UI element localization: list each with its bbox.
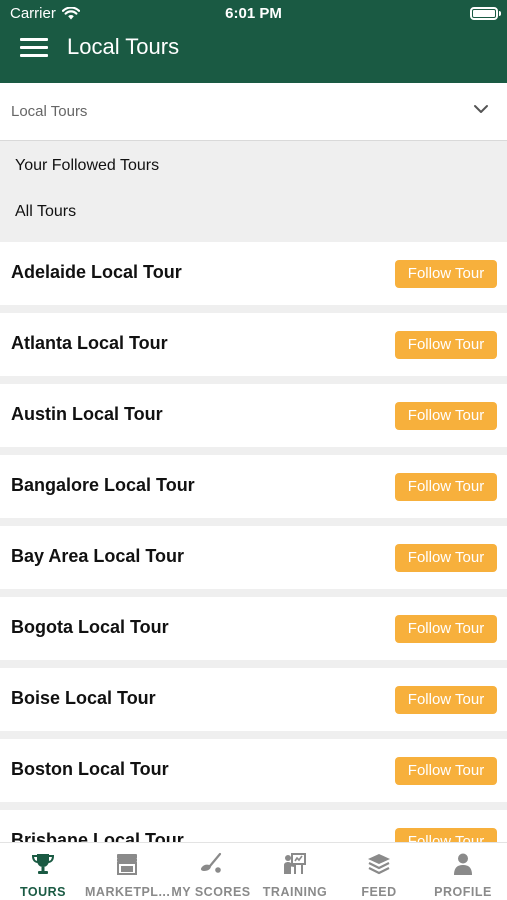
tab-label: FEED: [361, 885, 397, 899]
tab-label: TOURS: [19, 885, 67, 899]
filter-panel: Your Followed Tours All Tours: [0, 141, 507, 241]
tab-my-scores[interactable]: MY SCORES: [169, 843, 253, 900]
follow-tour-button[interactable]: Follow Tour: [395, 473, 497, 501]
hamburger-line: [20, 38, 48, 41]
store-icon: [117, 854, 137, 875]
tour-row[interactable]: Atlanta Local Tour Follow Tour: [0, 313, 507, 376]
tour-name: Atlanta Local Tour: [11, 333, 168, 353]
filter-option-followed[interactable]: Your Followed Tours: [15, 157, 159, 175]
golf-club-icon: [200, 852, 222, 873]
tour-list: Adelaide Local Tour Follow Tour Atlanta …: [0, 242, 507, 842]
tour-row[interactable]: Bogota Local Tour Follow Tour: [0, 597, 507, 660]
tab-marketplace[interactable]: MARKETPL...: [85, 843, 171, 900]
dropdown-selected-value: Local Tours: [11, 103, 88, 120]
tab-label: MY SCORES: [171, 885, 251, 899]
person-icon: [454, 853, 472, 875]
trophy-icon: [31, 854, 55, 874]
follow-tour-button[interactable]: Follow Tour: [395, 757, 497, 785]
follow-tour-button[interactable]: Follow Tour: [395, 260, 497, 288]
tab-feed[interactable]: FEED: [337, 843, 421, 900]
hamburger-line: [20, 54, 48, 57]
follow-tour-button[interactable]: Follow Tour: [395, 544, 497, 572]
hamburger-line: [20, 46, 48, 49]
tab-label: TRAINING: [262, 885, 328, 899]
tour-row[interactable]: Boston Local Tour Follow Tour: [0, 739, 507, 802]
tour-row[interactable]: Bay Area Local Tour Follow Tour: [0, 526, 507, 589]
chevron-down-icon: [474, 105, 488, 113]
tour-name: Bay Area Local Tour: [11, 546, 185, 566]
tab-tours[interactable]: TOURS: [1, 843, 85, 900]
tour-row[interactable]: Austin Local Tour Follow Tour: [0, 384, 507, 447]
tour-name: Austin Local Tour: [11, 404, 163, 424]
tour-name: Bangalore Local Tour: [11, 475, 195, 495]
training-icon: [284, 853, 306, 874]
app-header: Carrier 6:01 PM Local Tours: [0, 0, 507, 83]
status-bar: Carrier 6:01 PM: [0, 0, 507, 28]
tour-name: Brisbane Local Tour: [11, 830, 184, 842]
follow-tour-button[interactable]: Follow Tour: [395, 686, 497, 714]
follow-tour-button[interactable]: Follow Tour: [395, 828, 497, 842]
tab-training[interactable]: TRAINING: [253, 843, 337, 900]
battery-icon: [470, 7, 501, 20]
follow-tour-button[interactable]: Follow Tour: [395, 615, 497, 643]
tab-profile[interactable]: PROFILE: [421, 843, 505, 900]
layers-icon: [368, 854, 390, 875]
tour-type-dropdown[interactable]: Local Tours: [0, 83, 507, 141]
follow-tour-button[interactable]: Follow Tour: [395, 402, 497, 430]
tab-label: MARKETPL...: [85, 885, 171, 899]
status-time: 6:01 PM: [225, 5, 282, 22]
follow-tour-button[interactable]: Follow Tour: [395, 331, 497, 359]
tour-name: Boise Local Tour: [11, 688, 156, 708]
tour-name: Boston Local Tour: [11, 759, 169, 779]
tour-name: Adelaide Local Tour: [11, 262, 182, 282]
bottom-tab-bar: TOURS MARKETPL... MY SCORES TRAINING FEE…: [0, 842, 507, 900]
page-title: Local Tours: [67, 34, 180, 59]
tab-label: PROFILE: [434, 885, 492, 899]
menu-button[interactable]: [20, 36, 50, 58]
tour-row[interactable]: Boise Local Tour Follow Tour: [0, 668, 507, 731]
tour-row[interactable]: Brisbane Local Tour Follow Tour: [0, 810, 507, 842]
tour-row[interactable]: Adelaide Local Tour Follow Tour: [0, 242, 507, 305]
tour-row[interactable]: Bangalore Local Tour Follow Tour: [0, 455, 507, 518]
tour-name: Bogota Local Tour: [11, 617, 169, 637]
filter-option-all[interactable]: All Tours: [15, 203, 76, 221]
